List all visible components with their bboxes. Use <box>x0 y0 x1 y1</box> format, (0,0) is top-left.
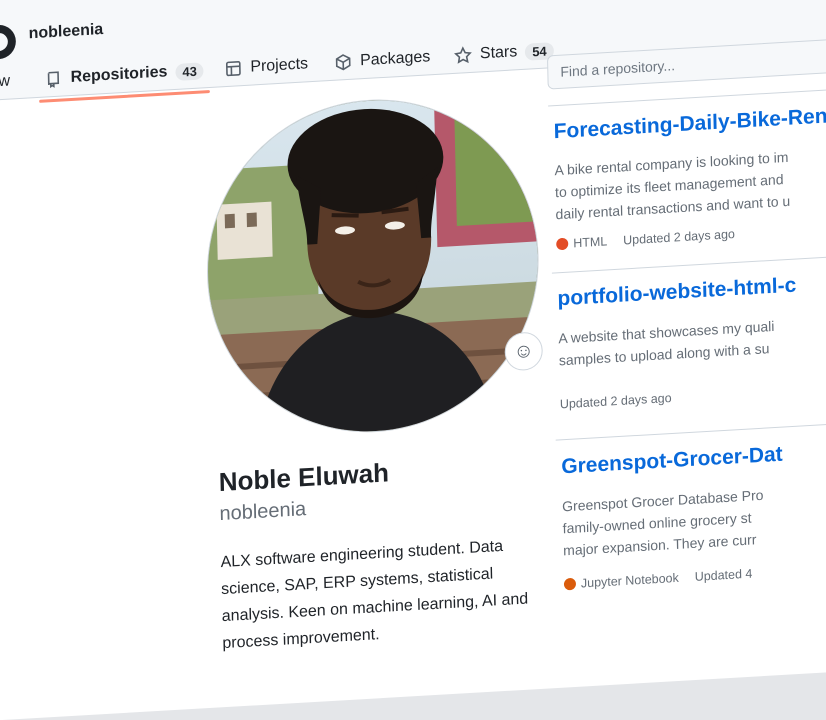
repo-updated: Updated 2 days ago <box>559 390 672 412</box>
repo-meta: Updated 2 days ago <box>560 391 672 411</box>
repo-divider <box>551 253 826 274</box>
tab-repositories[interactable]: Repositories 43 <box>44 53 205 96</box>
tab-repositories-label: Repositories <box>70 63 168 86</box>
tab-packages[interactable]: Packages <box>334 40 431 80</box>
language-color-dot <box>556 237 569 251</box>
repo-divider <box>555 420 826 441</box>
tab-packages-label: Packages <box>359 48 431 70</box>
repo-icon <box>44 69 62 89</box>
tab-stars-label: Stars <box>479 43 518 63</box>
repo-language: HTML <box>573 234 608 251</box>
repo-updated: Updated 4 <box>694 566 753 584</box>
header-username[interactable]: nobleenia <box>28 21 103 43</box>
tab-overview-label: rview <box>0 72 11 92</box>
repo-meta: HTML Updated 2 days ago <box>556 227 735 251</box>
package-icon <box>334 53 352 72</box>
tab-projects[interactable]: Projects <box>224 47 308 86</box>
star-icon <box>454 46 472 65</box>
repo-meta: Jupyter Notebook Updated 4 <box>563 566 753 592</box>
profile-bio: ALX software engineering student. Data s… <box>220 537 529 653</box>
repo-description: A website that showcases my quali sample… <box>558 317 775 369</box>
repo-name-link[interactable]: portfolio-website-html-c <box>557 274 796 312</box>
repo-updated: Updated 2 days ago <box>623 226 736 248</box>
profile-full-name: Noble Eluwah <box>218 457 390 498</box>
repo-name-link[interactable]: Forecasting-Daily-Bike-Ren <box>553 104 826 144</box>
tab-overview[interactable]: rview <box>0 64 10 100</box>
profile-avatar[interactable] <box>203 90 543 442</box>
tab-stars[interactable]: Stars 54 <box>454 33 554 73</box>
table-icon <box>224 59 242 78</box>
repo-divider <box>548 85 826 107</box>
language-color-dot <box>563 577 577 591</box>
github-logo-icon[interactable] <box>0 24 17 61</box>
tab-projects-label: Projects <box>250 55 309 76</box>
profile-login: nobleenia <box>219 498 307 526</box>
repo-description: A bike rental company is looking to im t… <box>554 148 791 223</box>
profile-page: nobleenia rview Repositories 43 Projects <box>0 0 826 720</box>
repo-language: Jupyter Notebook <box>580 570 679 591</box>
repositories-count-badge: 43 <box>175 61 205 81</box>
smiley-icon: ☺ <box>513 339 535 363</box>
repo-name-link[interactable]: Greenspot-Grocer-Dat <box>561 443 783 480</box>
repo-description: Greenspot Grocer Database Pro family-own… <box>562 486 764 559</box>
set-status-button[interactable]: ☺ <box>504 331 544 372</box>
avatar-photo <box>204 91 542 441</box>
